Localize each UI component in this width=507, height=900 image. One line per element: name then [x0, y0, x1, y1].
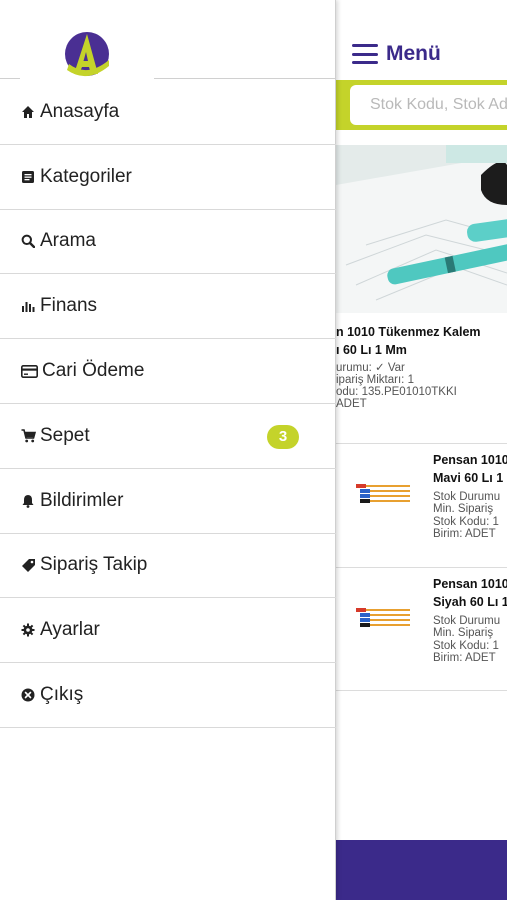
home-icon [20, 104, 36, 120]
cart-icon [20, 428, 36, 444]
pens-thumbnail [356, 608, 410, 627]
list-item-meta: Stok Durumu Min. Sipariş Stok Kodu: 1 Bi… [433, 615, 500, 664]
menu-item-label: Arama [40, 230, 96, 252]
featured-unit: ADET [336, 398, 367, 410]
menu-item-bildirimler[interactable]: Bildirimler [0, 469, 336, 534]
menu-item-anasayfa[interactable]: Anasayfa [0, 80, 336, 145]
header-divider [0, 78, 20, 79]
product-list-item[interactable]: Pensan 1010 Mavi 60 Lı 1 Stok Durumu Min… [336, 444, 507, 566]
menu-item-label: Ayarlar [40, 619, 100, 641]
list-item-stock-status: Stok Durumu [433, 615, 501, 627]
credit-card-icon [20, 363, 38, 379]
featured-title-line1: n 1010 Tükenmez Kalem [336, 325, 481, 339]
menu-item-kategoriler[interactable]: Kategoriler [0, 145, 336, 210]
menu-item-label: Finans [40, 295, 98, 317]
list-item-title: Pensan 1010 Siyah 60 Lı 1 [433, 575, 507, 611]
menu-item-label: Sepet [40, 424, 90, 446]
search-input[interactable] [350, 85, 507, 125]
list-item-stock-code: Stok Kodu: 1 [433, 639, 499, 652]
menu-item-siparis-takip[interactable]: Sipariş Takip [0, 534, 336, 599]
menu-item-label: Sipariş Takip [40, 554, 148, 576]
bell-icon [20, 493, 36, 509]
search-icon [20, 233, 36, 249]
hamburger-icon [352, 44, 378, 64]
drawer-header [0, 0, 336, 80]
featured-product-meta: urumu: ✓ Var ipariş Miktarı: 1 odu: 135.… [336, 362, 457, 410]
menu-item-finans[interactable]: Finans [0, 274, 336, 340]
list-item-title-line2: Siyah 60 Lı 1 [433, 595, 507, 609]
screen: Menü n 1010 Tükenmez Kalem [0, 0, 507, 900]
menu-item-sepet[interactable]: Sepet 3 [0, 404, 336, 469]
product-image[interactable] [336, 145, 507, 313]
bar-chart-icon [20, 298, 36, 314]
menu-item-label: Çıkış [40, 684, 84, 706]
app-header: Menü [336, 0, 507, 80]
list-item-meta: Stok Durumu Min. Sipariş Stok Kodu: 1 Bi… [433, 491, 500, 540]
gear-icon [20, 622, 36, 638]
main-app: Menü n 1010 Tükenmez Kalem [336, 0, 507, 900]
list-item-title: Pensan 1010 Mavi 60 Lı 1 [433, 451, 507, 487]
card-divider [336, 690, 507, 691]
menu-item-cari-odeme[interactable]: Cari Ödeme [0, 339, 336, 404]
menu-button[interactable]: Menü [352, 42, 441, 66]
menu-item-ayarlar[interactable]: Ayarlar [0, 598, 336, 664]
list-item-title-line2: Mavi 60 Lı 1 [433, 471, 504, 485]
list-item-unit: Birim: ADET [433, 527, 496, 540]
menu-item-label: Cari Ödeme [42, 360, 145, 382]
list-item-stock-code: Stok Kodu: 1 [433, 515, 499, 528]
list-icon [20, 169, 36, 185]
featured-min-order: ipariş Miktarı: 1 [336, 374, 414, 386]
featured-stock-code: odu: 135.PE01010TKKI [336, 386, 457, 398]
featured-title-line2: ı 60 Lı 1 Mm [336, 343, 407, 357]
close-circle-icon [20, 687, 36, 703]
list-item-stock-status: Stok Durumu [433, 491, 501, 503]
menu-item-arama[interactable]: Arama [0, 210, 336, 275]
tag-icon [20, 557, 36, 573]
product-list-item[interactable]: Pensan 1010 Siyah 60 Lı 1 Stok Durumu Mi… [336, 568, 507, 690]
side-drawer: Anasayfa Kategoriler Arama Finans Cari Ö… [0, 0, 336, 900]
list-item-unit: Birim: ADET [433, 651, 496, 664]
list-item-title-line1: Pensan 1010 [433, 453, 507, 467]
menu-label: Menü [386, 42, 441, 65]
menu-item-label: Anasayfa [40, 100, 120, 122]
menu-item-label: Bildirimler [40, 489, 124, 511]
cart-count-badge: 3 [267, 424, 299, 449]
pens-thumbnail [356, 484, 410, 503]
list-item-min-order: Min. Sipariş [433, 627, 494, 640]
search-bar [336, 80, 507, 130]
list-item-title-line1: Pensan 1010 [433, 577, 507, 591]
drawer-menu: Anasayfa Kategoriler Arama Finans Cari Ö… [0, 80, 336, 728]
list-item-min-order: Min. Sipariş [433, 503, 494, 516]
brand-logo [65, 32, 109, 77]
featured-product-title[interactable]: n 1010 Tükenmez Kalem ı 60 Lı 1 Mm [336, 323, 507, 359]
marker-pens-image [336, 145, 507, 313]
menu-item-label: Kategoriler [40, 165, 132, 187]
featured-stock-status: urumu: ✓ Var [336, 362, 405, 374]
menu-item-cikis[interactable]: Çıkış [0, 663, 336, 728]
header-divider [154, 78, 336, 79]
bottom-bar [336, 840, 507, 900]
